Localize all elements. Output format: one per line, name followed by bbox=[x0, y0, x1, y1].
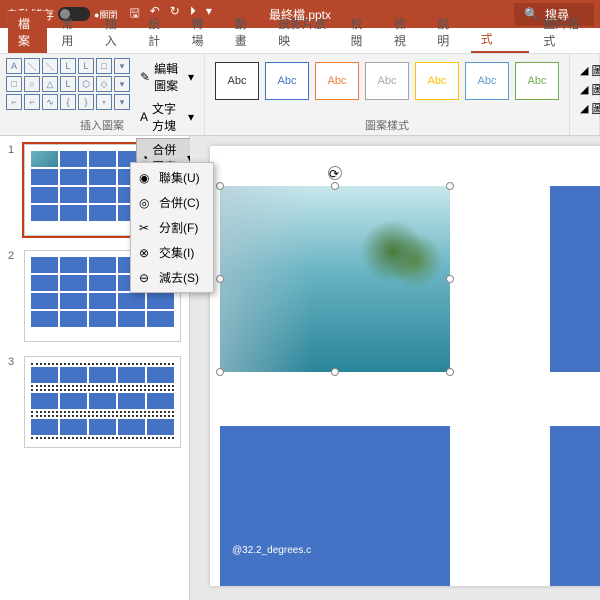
tab-file[interactable]: 檔案 bbox=[8, 11, 47, 53]
tab-shape-format[interactable]: 圖形格式 bbox=[471, 9, 530, 53]
shape-rect[interactable] bbox=[550, 186, 600, 372]
shape-rect[interactable] bbox=[550, 426, 600, 586]
resize-handle-nw[interactable] bbox=[216, 182, 224, 190]
menu-intersect[interactable]: ⊗交集(I) bbox=[131, 240, 213, 265]
tab-animations[interactable]: 動畫 bbox=[225, 11, 264, 53]
tab-home[interactable]: 常用 bbox=[51, 11, 90, 53]
shape-effects-button[interactable]: ◢圖 bbox=[580, 100, 589, 117]
shape-fill-button[interactable]: ◢圖 bbox=[580, 62, 589, 79]
thumb-number: 3 bbox=[8, 356, 18, 448]
slide-canvas[interactable]: ⟳ @32.2_degrees.c bbox=[190, 136, 600, 600]
resize-handle-e[interactable] bbox=[446, 275, 454, 283]
shape-outline-button[interactable]: ◢圖 bbox=[580, 81, 589, 98]
combine-icon: ◎ bbox=[139, 196, 153, 210]
menu-combine[interactable]: ◎合併(C) bbox=[131, 190, 213, 215]
tab-review[interactable]: 校閱 bbox=[341, 11, 380, 53]
rotate-handle[interactable]: ⟳ bbox=[328, 166, 342, 180]
group-insert-shapes: 插入圖案 bbox=[0, 117, 204, 133]
menu-subtract[interactable]: ⊖減去(S) bbox=[131, 265, 213, 290]
fragment-icon: ✂ bbox=[139, 221, 153, 235]
resize-handle-s[interactable] bbox=[331, 368, 339, 376]
resize-handle-sw[interactable] bbox=[216, 368, 224, 376]
slide-caption: @32.2_degrees.c bbox=[232, 545, 311, 556]
tab-help[interactable]: 說明 bbox=[427, 11, 466, 53]
tab-insert[interactable]: 插入 bbox=[95, 11, 134, 53]
edit-shape-button[interactable]: ✎編輯圖案▾ bbox=[136, 58, 198, 96]
tab-design[interactable]: 設計 bbox=[138, 11, 177, 53]
shape-rect[interactable] bbox=[220, 426, 450, 586]
intersect-icon: ⊗ bbox=[139, 246, 153, 260]
tab-view[interactable]: 檢視 bbox=[384, 11, 423, 53]
group-shape-styles: 圖案樣式 bbox=[205, 117, 569, 133]
tab-picture-format[interactable]: 圖片格式 bbox=[533, 11, 592, 53]
thumb-number: 2 bbox=[8, 250, 18, 342]
menu-union[interactable]: ◉聯集(U) bbox=[131, 165, 213, 190]
union-icon: ◉ bbox=[139, 171, 153, 185]
merge-shapes-menu: ◉聯集(U) ◎合併(C) ✂分割(F) ⊗交集(I) ⊖減去(S) bbox=[130, 162, 214, 293]
edit-shape-icon: ✎ bbox=[140, 70, 150, 84]
thumbnail-3[interactable] bbox=[24, 356, 181, 448]
menu-fragment[interactable]: ✂分割(F) bbox=[131, 215, 213, 240]
resize-handle-ne[interactable] bbox=[446, 182, 454, 190]
selected-image[interactable]: ⟳ bbox=[220, 186, 450, 372]
resize-handle-n[interactable] bbox=[331, 182, 339, 190]
subtract-icon: ⊖ bbox=[139, 271, 153, 285]
tab-transitions[interactable]: 轉場 bbox=[181, 11, 220, 53]
resize-handle-se[interactable] bbox=[446, 368, 454, 376]
filename: 最終檔.pptx bbox=[269, 6, 331, 23]
shape-styles-gallery[interactable]: Abc Abc Abc Abc Abc Abc Abc bbox=[211, 58, 563, 104]
resize-handle-w[interactable] bbox=[216, 275, 224, 283]
slide[interactable]: ⟳ @32.2_degrees.c bbox=[210, 146, 600, 586]
